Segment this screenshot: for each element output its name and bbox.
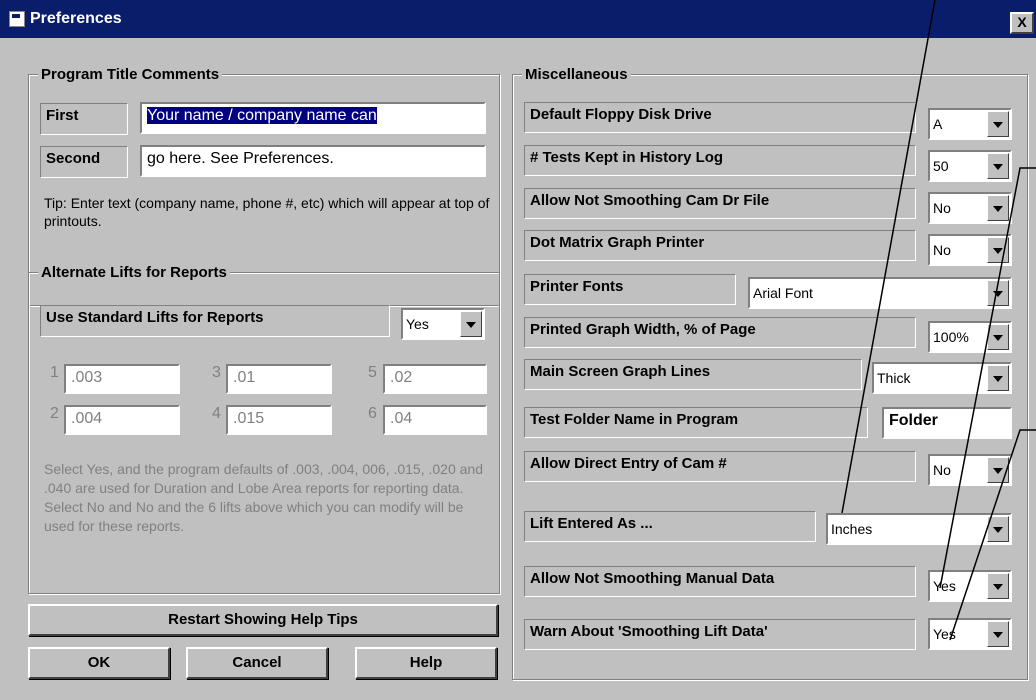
annotation-callout-lines [841,0,1036,641]
